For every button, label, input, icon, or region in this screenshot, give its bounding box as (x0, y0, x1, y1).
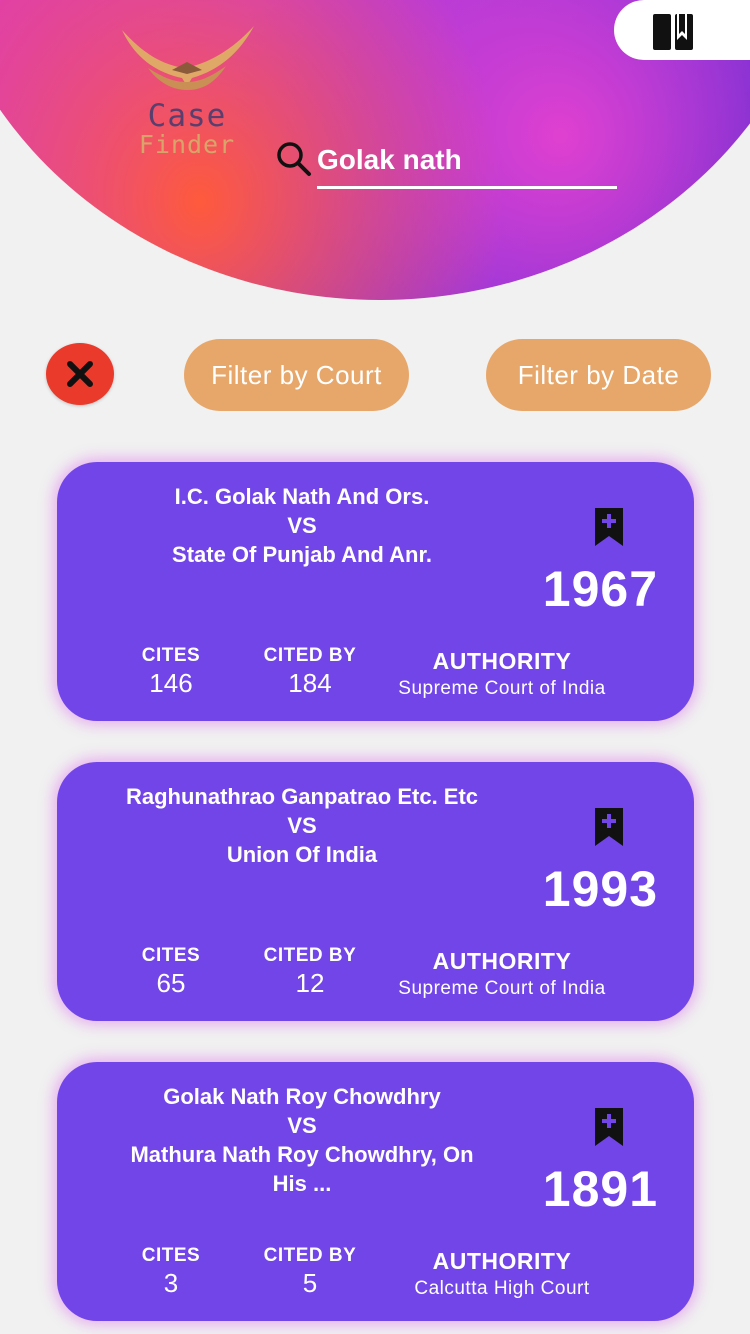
case-title-respondent: Mathura Nath Roy Chowdhry, On (130, 1142, 474, 1167)
clear-filters-button[interactable] (46, 343, 114, 405)
case-title: Raghunathrao Ganpatrao Etc. Etc VS Union… (87, 782, 517, 869)
case-year: 1993 (542, 861, 658, 917)
case-card[interactable]: I.C. Golak Nath And Ors. VS State Of Pun… (57, 462, 694, 721)
case-title-vs: VS (287, 813, 317, 838)
bookmark-add-icon[interactable] (595, 508, 623, 546)
case-title-vs: VS (287, 513, 317, 538)
filter-by-date-button[interactable]: Filter by Date (486, 339, 711, 411)
cites-label: CITES (141, 945, 201, 966)
case-title-petitioner: I.C. Golak Nath And Ors. (174, 484, 430, 509)
cited-by-label: CITED BY (263, 645, 357, 666)
authority-value: Supreme Court of India (398, 678, 606, 699)
bookmarks-button[interactable] (614, 0, 750, 60)
case-title-vs: VS (287, 1113, 317, 1138)
bookmark-add-icon[interactable] (595, 1108, 623, 1146)
search-underline (317, 186, 617, 189)
cited-by-count: 12 (295, 968, 325, 998)
case-title-petitioner: Golak Nath Roy Chowdhry (163, 1084, 441, 1109)
cited-by-count: 184 (288, 668, 332, 698)
cites-count: 146 (149, 668, 193, 698)
eagle-wings-icon (122, 26, 254, 90)
search-input[interactable]: Golak nath (317, 144, 462, 176)
bookmarks-book-icon[interactable] (652, 12, 694, 54)
cited-by-label: CITED BY (263, 1245, 357, 1266)
case-title: Golak Nath Roy Chowdhry VS Mathura Nath … (87, 1082, 517, 1198)
case-card[interactable]: Raghunathrao Ganpatrao Etc. Etc VS Union… (57, 762, 694, 1021)
case-year: 1891 (542, 1161, 658, 1217)
close-icon[interactable] (66, 360, 94, 388)
authority-value: Calcutta High Court (414, 1278, 590, 1299)
search-icon[interactable] (276, 141, 312, 177)
case-year: 1967 (542, 561, 658, 617)
cites-label: CITES (141, 645, 201, 666)
authority-label: AUTHORITY (432, 1248, 572, 1274)
case-card[interactable]: Golak Nath Roy Chowdhry VS Mathura Nath … (57, 1062, 694, 1321)
authority-label: AUTHORITY (432, 948, 572, 974)
cited-by-count: 5 (302, 1268, 318, 1298)
app-logo: Case Finder (112, 22, 262, 162)
authority-value: Supreme Court of India (398, 978, 606, 999)
cites-count: 3 (163, 1268, 179, 1298)
case-title: I.C. Golak Nath And Ors. VS State Of Pun… (87, 482, 517, 569)
authority-label: AUTHORITY (432, 648, 572, 674)
logo-text-finder: Finder (138, 130, 236, 159)
case-title-petitioner: Raghunathrao Ganpatrao Etc. Etc (125, 784, 479, 809)
filter-by-court-button[interactable]: Filter by Court (184, 339, 409, 411)
bookmark-add-icon[interactable] (595, 808, 623, 846)
cites-label: CITES (141, 1245, 201, 1266)
logo-text-case: Case (147, 98, 227, 134)
cited-by-label: CITED BY (263, 945, 357, 966)
cites-count: 65 (156, 968, 186, 998)
case-title-respondent: Union Of India (226, 842, 378, 867)
case-title-respondent: State Of Punjab And Anr. (172, 542, 432, 567)
search-bar[interactable]: Golak nath (276, 138, 621, 190)
case-title-respondent-cont: His ... (272, 1171, 332, 1196)
